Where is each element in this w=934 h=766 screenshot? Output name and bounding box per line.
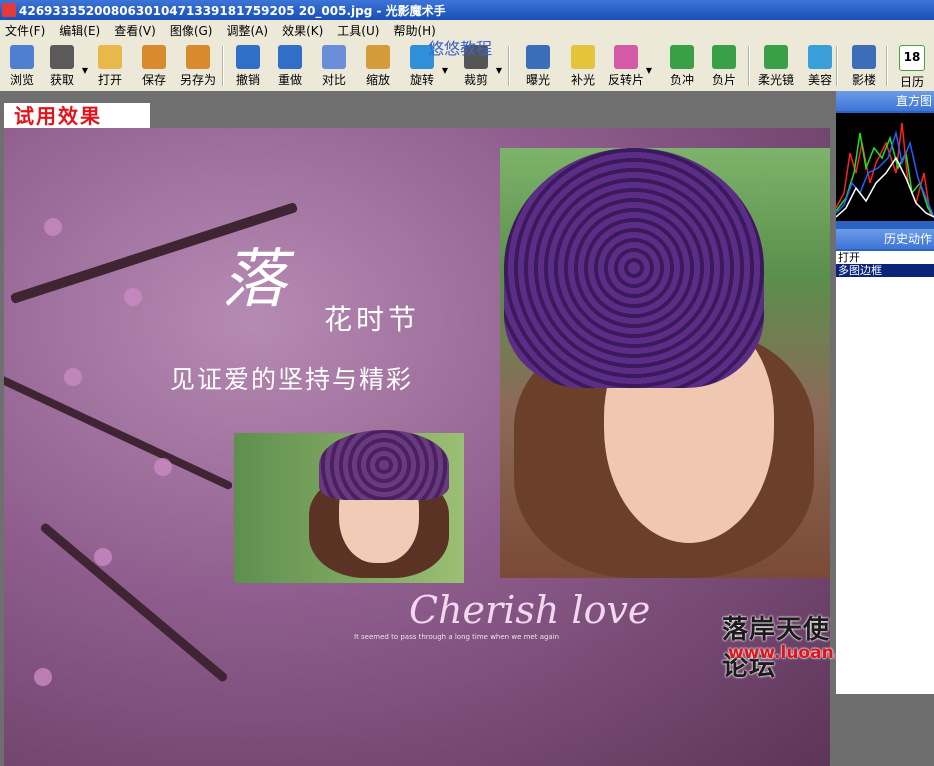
toolbar-separator: [222, 46, 224, 86]
cherish-subtext: It seemed to pass through a long time wh…: [354, 633, 560, 641]
negative-icon: [712, 45, 736, 69]
history-item[interactable]: 多图边框: [836, 264, 934, 277]
toolbar-label: 缩放: [365, 73, 390, 87]
right-panel: 直方图 历史动作 打开 多图边框: [836, 91, 934, 694]
menu-item[interactable]: 文件(F): [0, 22, 54, 39]
undo-icon: [236, 45, 260, 69]
negative-button[interactable]: 负片: [702, 43, 746, 89]
calendar-icon: 18: [899, 45, 925, 71]
blossom-decoration: [34, 668, 52, 686]
calligraphy-title: 落: [222, 243, 286, 317]
toolbar-label: 裁剪: [463, 73, 488, 87]
exposure-icon: [526, 45, 550, 69]
toolbar-label: 浏览: [9, 73, 34, 87]
redo-button[interactable]: 重做: [268, 43, 312, 89]
menu-item[interactable]: 编辑(E): [54, 22, 109, 39]
zoom-button[interactable]: 缩放: [356, 43, 400, 89]
toolbar-separator: [508, 46, 510, 86]
folder-icon: [98, 45, 122, 69]
histogram: [836, 113, 934, 221]
history-list: 打开 多图边框: [836, 251, 934, 694]
small-portrait-hat: [319, 430, 449, 500]
image-canvas[interactable]: 试用效果 落 花时节 见证爱的坚持与精彩 Cherish love It see…: [0, 91, 862, 766]
blossom-decoration: [44, 218, 62, 236]
compare-button[interactable]: 对比: [312, 43, 356, 89]
beauty-icon: [808, 45, 832, 69]
photo-slogan: 见证爱的坚持与精彩: [170, 365, 414, 394]
cross-process-button[interactable]: 负冲: [660, 43, 704, 89]
histogram-red: [836, 122, 934, 218]
toolbar-label: 另存为: [179, 73, 216, 87]
exposure-button[interactable]: 曝光: [516, 43, 560, 89]
folder-button[interactable]: 打开: [88, 43, 132, 89]
toolbar-label: 打开: [97, 73, 122, 87]
history-header[interactable]: 历史动作: [836, 229, 934, 249]
toolbar-separator: [836, 46, 838, 86]
blossom-decoration: [124, 288, 142, 306]
toolbar-label: 负冲: [669, 73, 694, 87]
browse-icon: [10, 45, 34, 69]
toolbar-label: 柔光镜: [757, 73, 794, 87]
camera-icon: [50, 45, 74, 69]
save-as-icon: [186, 45, 210, 69]
toolbar-label: 重做: [277, 73, 302, 87]
toolbar-label: 影楼: [851, 73, 876, 87]
toolbar-label: 保存: [141, 73, 166, 87]
save-icon: [142, 45, 166, 69]
blossom-decoration: [64, 368, 82, 386]
app-icon: [2, 3, 16, 17]
toolbar-separator: [748, 46, 750, 86]
branch-decoration: [39, 521, 229, 684]
overlay-watermark: 悠悠教程: [428, 39, 493, 58]
studio-icon: [852, 45, 876, 69]
toolbar-separator: [886, 46, 888, 86]
menu-item[interactable]: 调整(A): [221, 22, 277, 39]
browse-button[interactable]: 浏览: [0, 43, 44, 89]
soft-light-icon: [764, 45, 788, 69]
toolbar-label: 旋转: [409, 73, 434, 87]
dropdown-arrow-icon[interactable]: ▼: [646, 66, 652, 75]
toolbar-label: 曝光: [525, 73, 550, 87]
histogram-chart: [836, 122, 934, 218]
reverse-film-icon: [614, 45, 638, 69]
soft-light-button[interactable]: 柔光镜: [754, 43, 798, 89]
window-title: 426933352008063010471339181759205 20_005…: [19, 3, 446, 18]
toolbar-label: 负片: [711, 73, 736, 87]
camera-button[interactable]: 获取 ▼: [40, 43, 88, 89]
menu-item[interactable]: 效果(K): [277, 22, 332, 39]
blossom-decoration: [154, 458, 172, 476]
histogram-header[interactable]: 直方图: [836, 91, 934, 111]
dropdown-arrow-icon[interactable]: ▼: [442, 66, 448, 75]
toolbar-label: 反转片: [607, 73, 644, 87]
dropdown-arrow-icon[interactable]: ▼: [496, 66, 502, 75]
menu-item[interactable]: 图像(G): [165, 22, 222, 39]
zoom-icon: [366, 45, 390, 69]
fill-light-icon: [571, 45, 595, 69]
cherish-text: Cherish love: [409, 588, 651, 632]
fill-light-button[interactable]: 补光: [561, 43, 605, 89]
studio-button[interactable]: 影楼: [842, 43, 886, 89]
save-as-button[interactable]: 另存为: [176, 43, 220, 89]
save-button[interactable]: 保存: [132, 43, 176, 89]
calendar-button[interactable]: 18 日历: [890, 43, 934, 89]
history-item[interactable]: 打开: [836, 251, 934, 264]
photo-preview: 落 花时节 见证爱的坚持与精彩 Cherish love It seemed t…: [4, 128, 830, 766]
blossom-decoration: [94, 548, 112, 566]
calligraphy-subtitle: 花时节: [324, 303, 421, 336]
compare-icon: [322, 45, 346, 69]
toolbar-label: 补光: [570, 73, 595, 87]
redo-icon: [278, 45, 302, 69]
cross-process-icon: [670, 45, 694, 69]
title-bar: 426933352008063010471339181759205 20_005…: [0, 0, 934, 20]
toolbar-label: 撤销: [235, 73, 260, 87]
reverse-film-button[interactable]: 反转片 ▼: [604, 43, 652, 89]
toolbar-label: 获取: [49, 73, 74, 87]
menu-item[interactable]: 工具(U): [332, 22, 388, 39]
trial-badge: 试用效果: [4, 103, 150, 129]
portrait-hat: [504, 148, 764, 388]
undo-button[interactable]: 撤销: [226, 43, 270, 89]
menu-item[interactable]: 查看(V): [109, 22, 165, 39]
toolbar-label: 对比: [321, 73, 346, 87]
toolbar-label: 日历: [899, 75, 924, 89]
